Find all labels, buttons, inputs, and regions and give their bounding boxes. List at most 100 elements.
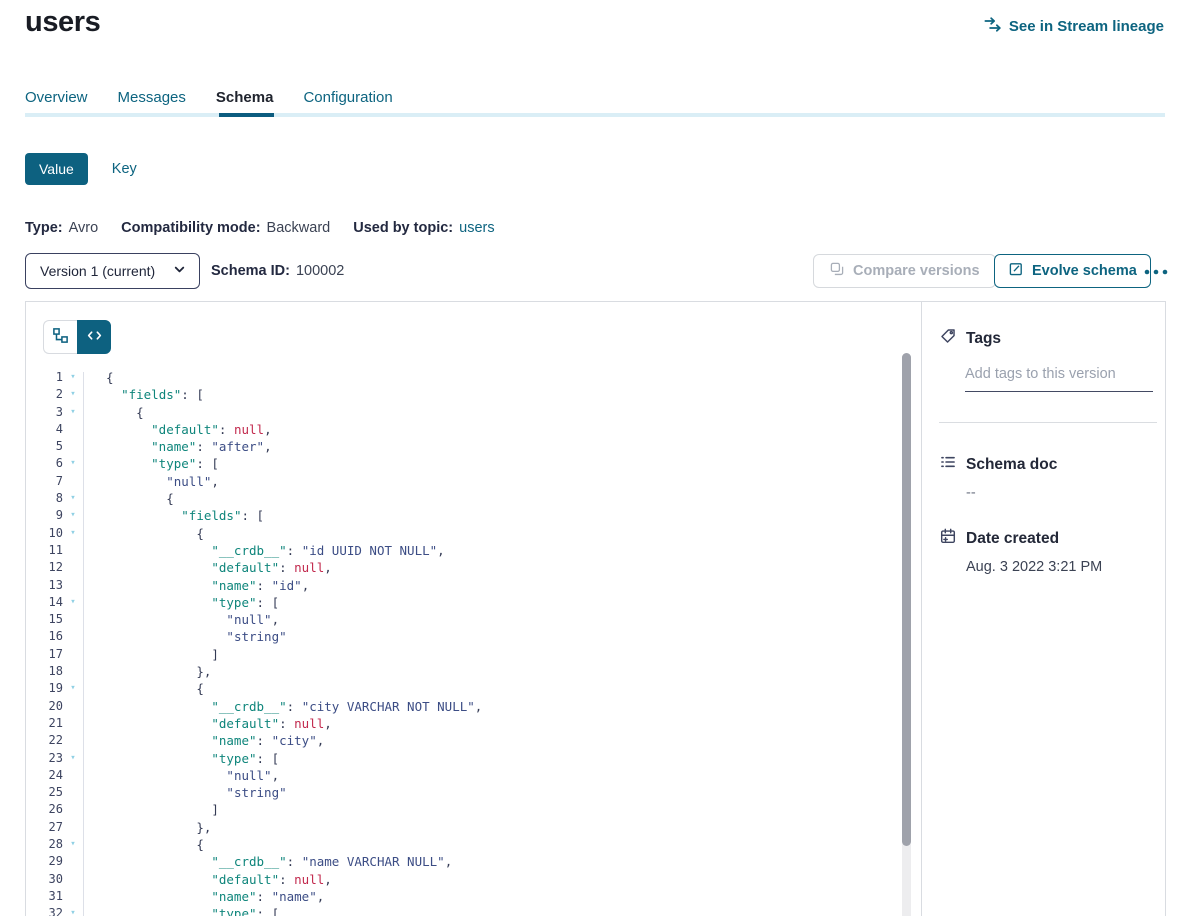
tab-configuration[interactable]: Configuration — [303, 89, 392, 106]
version-toolbar: Version 1 (current) Schema ID: 100002 Co… — [0, 253, 1189, 289]
more-actions-button[interactable] — [1143, 262, 1169, 280]
line-number: 6 — [26, 455, 63, 472]
fold-toggle-icon[interactable]: ▾ — [63, 455, 83, 472]
tab-overview[interactable]: Overview — [25, 89, 88, 106]
compare-versions-button[interactable]: Compare versions — [813, 254, 996, 288]
tree-view-icon — [52, 327, 69, 347]
code-text: "name": "id", — [83, 577, 309, 594]
code-line: 15 "null", — [26, 611, 896, 628]
code-text: "fields": [ — [83, 507, 264, 524]
evolve-schema-button[interactable]: Evolve schema — [994, 254, 1151, 288]
fold-toggle-icon[interactable]: ▾ — [63, 507, 83, 524]
code-line: 22 "name": "city", — [26, 732, 896, 749]
code-view-icon — [86, 327, 103, 347]
code-text: ] — [83, 646, 219, 663]
compatibility-label: Compatibility mode: — [121, 220, 260, 236]
fold-toggle-icon[interactable]: ▾ — [63, 369, 83, 386]
line-number: 16 — [26, 628, 63, 645]
fold-spacer — [63, 871, 83, 888]
code-text: "type": [ — [83, 455, 219, 472]
editor-scrollbar[interactable] — [902, 353, 911, 916]
doc-list-icon — [939, 453, 957, 476]
code-text: { — [83, 404, 144, 421]
version-select[interactable]: Version 1 (current) — [25, 253, 200, 289]
fold-spacer — [63, 577, 83, 594]
ellipsis-icon — [1143, 264, 1169, 279]
fold-toggle-icon[interactable]: ▾ — [63, 386, 83, 403]
value-key-toggle: Value Key — [25, 153, 137, 185]
code-line: 4 "default": null, — [26, 421, 896, 438]
used-by-topic-label: Used by topic: — [353, 220, 453, 236]
code-text: "null", — [83, 611, 279, 628]
line-number: 7 — [26, 473, 63, 490]
stream-lineage-link[interactable]: See in Stream lineage — [983, 15, 1164, 38]
fold-spacer — [63, 611, 83, 628]
code-line: 27 }, — [26, 819, 896, 836]
fold-toggle-icon[interactable]: ▾ — [63, 750, 83, 767]
date-created-title: Date created — [966, 530, 1059, 548]
code-line: 2▾ "fields": [ — [26, 386, 896, 403]
fold-toggle-icon[interactable]: ▾ — [63, 836, 83, 853]
line-number: 27 — [26, 819, 63, 836]
page-title: users — [25, 6, 100, 39]
code-lines: 1▾{2▾ "fields": [3▾ {4 "default": null,5… — [26, 369, 896, 916]
line-number: 13 — [26, 577, 63, 594]
fold-toggle-icon[interactable]: ▾ — [63, 905, 83, 916]
schema-id: Schema ID: 100002 — [211, 253, 344, 289]
fold-spacer — [63, 819, 83, 836]
code-view-button[interactable] — [77, 320, 111, 354]
code-line: 30 "default": null, — [26, 871, 896, 888]
schema-meta-row: Type: Avro Compatibility mode: Backward … — [25, 220, 495, 236]
stream-lineage-label: See in Stream lineage — [1009, 18, 1164, 35]
code-line: 31 "name": "name", — [26, 888, 896, 905]
line-number: 1 — [26, 369, 63, 386]
line-number: 20 — [26, 698, 63, 715]
code-line: 24 "null", — [26, 767, 896, 784]
tree-view-button[interactable] — [43, 320, 77, 354]
fold-spacer — [63, 646, 83, 663]
line-number: 21 — [26, 715, 63, 732]
line-number: 4 — [26, 421, 63, 438]
code-line: 5 "name": "after", — [26, 438, 896, 455]
code-editor: 1▾{2▾ "fields": [3▾ {4 "default": null,5… — [26, 302, 922, 916]
fold-toggle-icon[interactable]: ▾ — [63, 404, 83, 421]
line-number: 9 — [26, 507, 63, 524]
code-line: 19▾ { — [26, 680, 896, 697]
tags-title: Tags — [966, 330, 1001, 348]
code-line: 7 "null", — [26, 473, 896, 490]
fold-toggle-icon[interactable]: ▾ — [63, 680, 83, 697]
fold-toggle-icon[interactable]: ▾ — [63, 525, 83, 542]
code-line: 3▾ { — [26, 404, 896, 421]
fold-toggle-icon[interactable]: ▾ — [63, 490, 83, 507]
calendar-plus-icon — [939, 527, 957, 550]
fold-spacer — [63, 767, 83, 784]
fold-toggle-icon[interactable]: ▾ — [63, 594, 83, 611]
scrollbar-thumb[interactable] — [902, 353, 911, 846]
line-number: 31 — [26, 888, 63, 905]
code-text: "__crdb__": "city VARCHAR NOT NULL", — [83, 698, 482, 715]
code-text: "default": null, — [83, 559, 332, 576]
line-number: 25 — [26, 784, 63, 801]
tab-messages[interactable]: Messages — [118, 89, 186, 106]
tag-icon — [939, 327, 957, 350]
line-number: 22 — [26, 732, 63, 749]
topic-link[interactable]: users — [459, 220, 494, 236]
code-text: "default": null, — [83, 715, 332, 732]
compare-versions-label: Compare versions — [853, 263, 980, 279]
code-line: 8▾ { — [26, 490, 896, 507]
type-value: Avro — [69, 220, 99, 236]
code-text: { — [83, 490, 174, 507]
evolve-schema-label: Evolve schema — [1032, 263, 1137, 279]
value-tab-button[interactable]: Value — [25, 153, 88, 185]
compatibility-value: Backward — [267, 220, 331, 236]
fold-spacer — [63, 784, 83, 801]
fold-spacer — [63, 888, 83, 905]
stream-lineage-icon — [983, 15, 1002, 38]
line-number: 15 — [26, 611, 63, 628]
tab-schema[interactable]: Schema — [216, 89, 274, 106]
line-number: 12 — [26, 559, 63, 576]
code-text: "type": [ — [83, 750, 279, 767]
key-tab-button[interactable]: Key — [112, 161, 137, 177]
tags-input[interactable] — [965, 362, 1153, 392]
code-text: { — [83, 369, 114, 386]
